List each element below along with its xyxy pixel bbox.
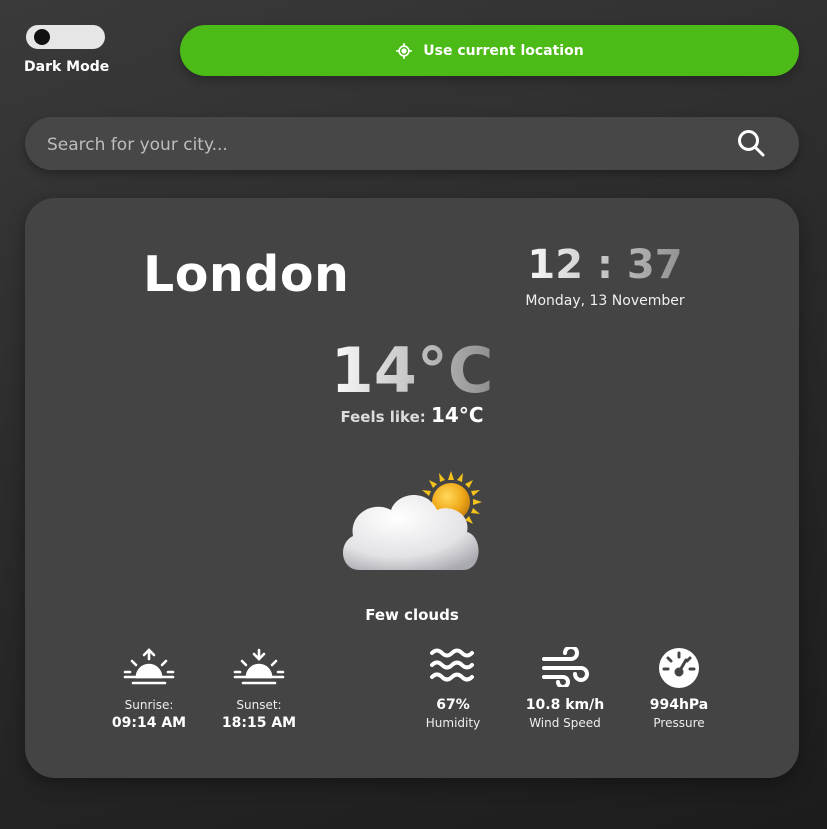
weather-condition: Few clouds xyxy=(365,606,459,624)
search-bar xyxy=(25,117,799,172)
toggle-knob xyxy=(34,29,50,45)
humidity-icon xyxy=(430,648,474,682)
feels-like-value: 14°C xyxy=(431,403,484,427)
feels-like-label: Feels like: xyxy=(340,408,426,426)
cloud-sun-icon xyxy=(342,471,482,570)
dark-mode-label: Dark Mode xyxy=(24,59,110,75)
wind-stat: 10.8 km/h Wind Speed xyxy=(510,647,620,730)
feels-like: Feels like: 14°C xyxy=(325,403,499,427)
temperature: 14°C xyxy=(325,334,499,407)
sunset-icon xyxy=(233,648,285,685)
crosshair-icon xyxy=(396,42,413,59)
humidity-label: Humidity xyxy=(425,716,481,730)
sunset-label: Sunset: xyxy=(236,698,282,712)
city-name: London xyxy=(143,246,350,303)
humidity-stat: 67% Humidity xyxy=(398,647,508,730)
pressure-value: 994hPa xyxy=(649,697,709,713)
pressure-label: Pressure xyxy=(653,716,705,730)
wind-speed-label: Wind Speed xyxy=(529,716,601,730)
sunrise-time: 09:14 AM xyxy=(111,715,187,731)
weather-card: London 12 : 37 Monday, 13 November 14°C … xyxy=(25,198,799,778)
humidity-value: 67% xyxy=(436,697,470,713)
wind-icon xyxy=(542,647,589,687)
gauge-icon xyxy=(659,648,699,688)
dark-mode-control: Dark Mode xyxy=(24,25,110,75)
search-icon[interactable] xyxy=(736,128,766,158)
sunset-time: 18:15 AM xyxy=(221,715,297,731)
current-date: Monday, 13 November xyxy=(525,293,685,309)
pressure-stat: 994hPa Pressure xyxy=(624,647,734,730)
sunset-stat: Sunset: 18:15 AM xyxy=(204,647,314,731)
sunrise-label: Sunrise: xyxy=(124,698,174,712)
dark-mode-toggle[interactable] xyxy=(26,25,105,49)
sunrise-stat: Sunrise: 09:14 AM xyxy=(94,647,204,731)
location-button-label: Use current location xyxy=(423,42,584,59)
wind-speed-value: 10.8 km/h xyxy=(525,697,605,713)
sunrise-icon xyxy=(123,648,175,685)
use-current-location-button[interactable]: Use current location xyxy=(180,25,799,76)
search-input[interactable] xyxy=(45,117,699,172)
current-time: 12 : 37 xyxy=(517,242,693,288)
